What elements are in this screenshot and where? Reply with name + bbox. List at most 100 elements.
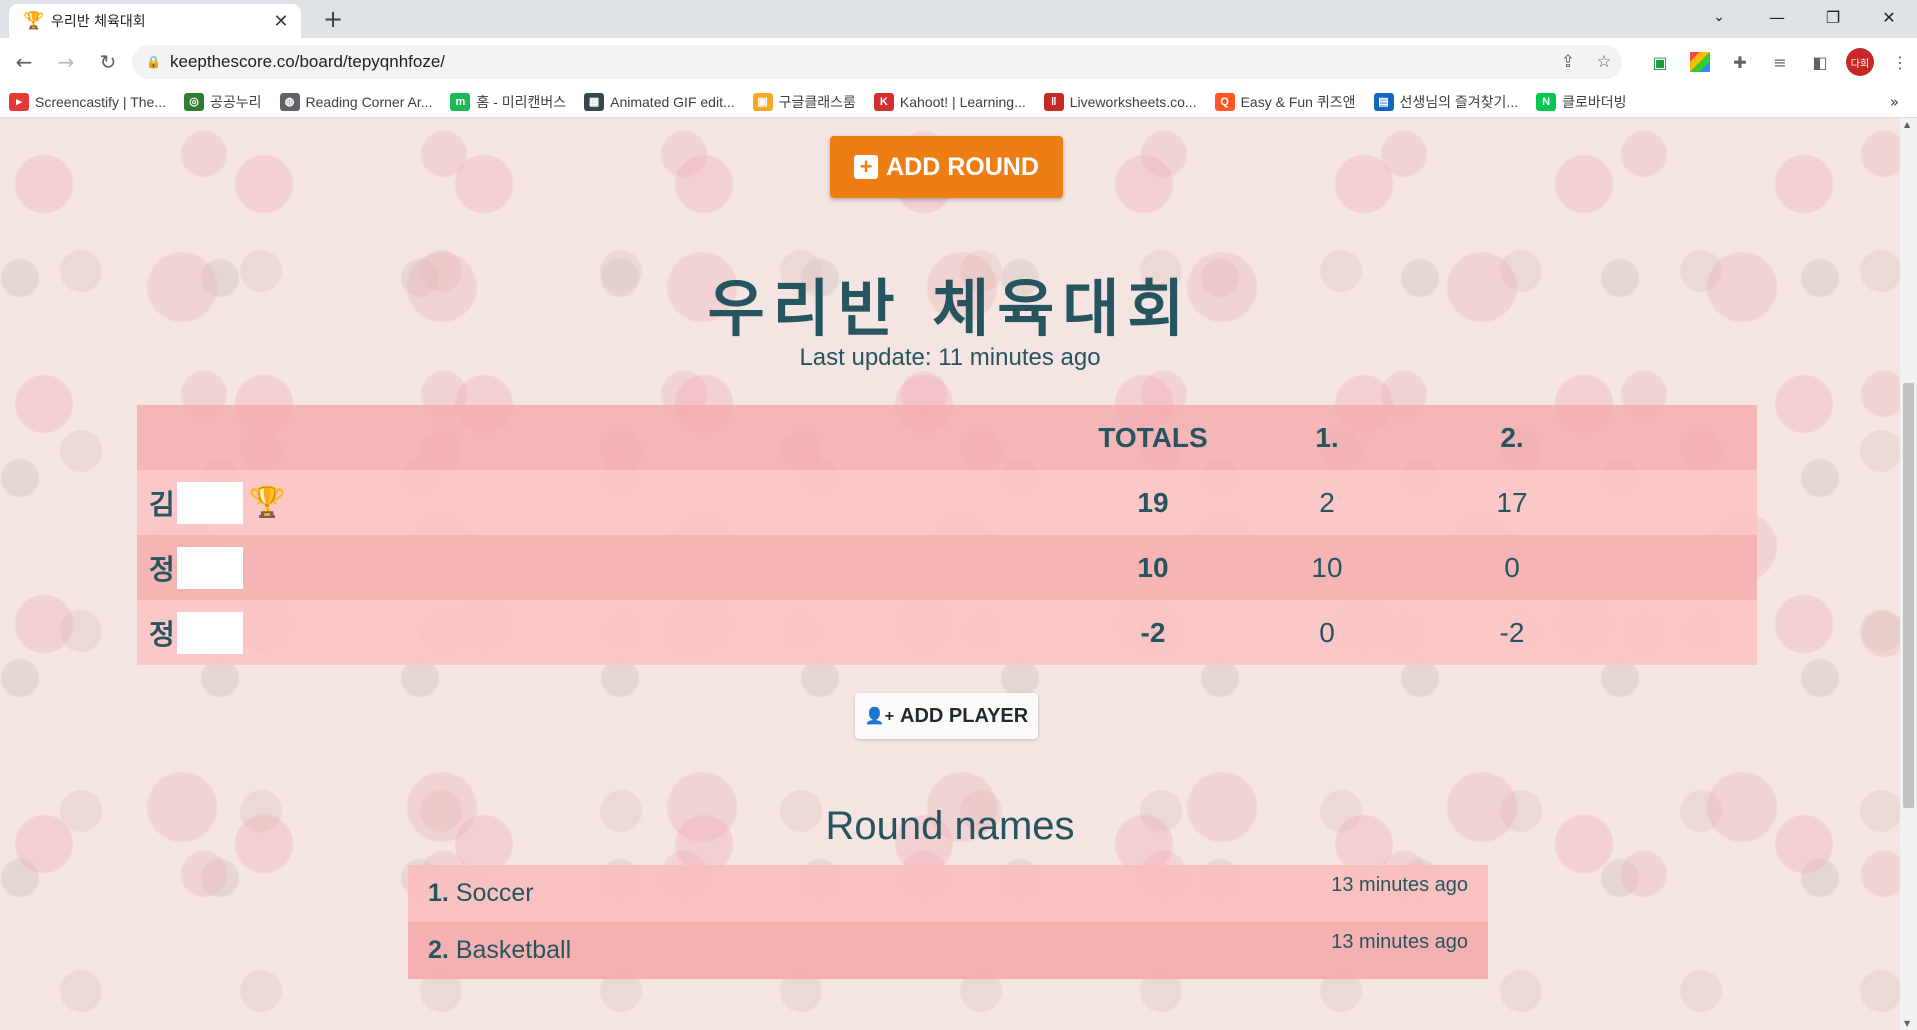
round-timestamp: 13 minutes ago bbox=[1331, 874, 1468, 896]
player-score-round-2[interactable]: -2 bbox=[1417, 617, 1607, 649]
page-scrollbar[interactable]: ▲ ▼ bbox=[1900, 118, 1917, 1030]
bookmark-item[interactable]: ǁ Liveworksheets.co... bbox=[1035, 92, 1206, 111]
round-names-heading: Round names bbox=[825, 804, 1075, 848]
close-icon[interactable]: ✕ bbox=[271, 11, 291, 32]
media-control-icon[interactable]: ≡ bbox=[1760, 48, 1800, 76]
bookmark-item[interactable]: ▤ 선생님의 즐겨찾기... bbox=[1365, 92, 1528, 112]
player-name: 정 bbox=[149, 553, 175, 585]
restore-icon[interactable]: ❐ bbox=[1805, 0, 1861, 34]
player-score-round-2[interactable]: 0 bbox=[1417, 552, 1607, 584]
scrollbar-thumb[interactable] bbox=[1903, 383, 1914, 808]
browser-tab[interactable]: 🏆 우리반 체육대회 ✕ bbox=[9, 4, 301, 38]
gonggongnuri-icon: ◎ bbox=[184, 92, 204, 111]
add-round-button[interactable]: + ADD ROUND bbox=[830, 136, 1063, 198]
clova-dubbing-icon: N bbox=[1536, 92, 1557, 111]
header-totals[interactable]: TOTALS bbox=[1069, 422, 1237, 454]
bookmark-item[interactable]: K Kahoot! | Learning... bbox=[865, 92, 1035, 111]
bookmark-label: 클로바더빙 bbox=[1562, 93, 1627, 110]
new-tab-button[interactable]: + bbox=[318, 6, 348, 34]
bookmark-label: Reading Corner Ar... bbox=[305, 93, 433, 110]
window-close-icon[interactable]: ✕ bbox=[1861, 0, 1917, 34]
redacted-name-block bbox=[176, 481, 243, 524]
trophy-icon: 🏆 bbox=[23, 11, 45, 31]
add-player-button[interactable]: 👤+ ADD PLAYER bbox=[855, 693, 1038, 739]
reload-button[interactable]: ↻ bbox=[90, 44, 126, 80]
table-row[interactable]: 정 -2 0 -2 bbox=[137, 600, 1757, 665]
redacted-name-block bbox=[176, 546, 243, 589]
player-total: -2 bbox=[1140, 616, 1166, 648]
extensions-area: ▣ ✚ ≡ ◧ 다희 ⋮ bbox=[1640, 48, 1917, 76]
window-controls: ⌄ — ❐ ✕ bbox=[1689, 0, 1917, 34]
table-row[interactable]: 김 🏆 19 2 17 bbox=[137, 470, 1757, 535]
page-title: 우리반 체육대회 bbox=[707, 272, 1193, 345]
player-score-round-2[interactable]: 17 bbox=[1417, 487, 1607, 519]
player-total: 19 bbox=[1137, 486, 1169, 518]
bookmark-label: Screencastify | The... bbox=[35, 93, 166, 110]
bookmark-label: 공공누리 bbox=[210, 93, 262, 110]
round-number: 2. bbox=[428, 936, 449, 964]
classroom-icon: ▣ bbox=[752, 92, 773, 111]
bookmark-star-icon[interactable]: ☆ bbox=[1586, 52, 1622, 72]
page-viewport: + ADD ROUND 우리반 체육대회 Last update: 11 min… bbox=[0, 118, 1917, 1030]
bookmark-label: Kahoot! | Learning... bbox=[899, 93, 1026, 110]
bookmark-item[interactable]: m 홈 - 미리캔버스 bbox=[441, 92, 575, 112]
round-name[interactable]: 2. Basketball bbox=[428, 922, 571, 979]
player-name: 정 bbox=[149, 618, 175, 650]
forward-button[interactable]: → bbox=[48, 44, 84, 80]
liveworksheets-icon: ǁ bbox=[1043, 92, 1064, 111]
bookmarks-more-button[interactable]: » bbox=[1890, 93, 1899, 111]
screencastify-icon: ▸ bbox=[9, 92, 29, 111]
back-button[interactable]: ← bbox=[6, 44, 42, 80]
side-panel-icon[interactable]: ◧ bbox=[1800, 48, 1840, 76]
address-bar[interactable]: 🔒 keepthescore.co/board/tepyqnhfoze/ ⇪ ☆ bbox=[132, 45, 1622, 79]
player-score-round-1[interactable]: 0 bbox=[1237, 617, 1417, 649]
quizn-icon: Q bbox=[1214, 92, 1235, 111]
bookmark-item[interactable]: ▸ Screencastify | The... bbox=[0, 92, 175, 111]
bookmark-label: 구글클래스룸 bbox=[778, 93, 856, 110]
round-number: 1. bbox=[428, 879, 449, 907]
bookmark-item[interactable]: N 클로바더빙 bbox=[1527, 92, 1635, 112]
profile-avatar[interactable]: 다희 bbox=[1846, 48, 1874, 76]
round-title: Soccer bbox=[455, 879, 534, 907]
scroll-up-icon[interactable]: ▲ bbox=[1904, 120, 1910, 129]
bookmark-item[interactable]: ◍ Reading Corner Ar... bbox=[271, 92, 442, 111]
player-name-cell[interactable]: 정 bbox=[137, 611, 1069, 654]
minimize-icon[interactable]: — bbox=[1749, 0, 1805, 34]
player-name-cell[interactable]: 김 🏆 bbox=[137, 481, 1069, 524]
extension-color-icon[interactable] bbox=[1690, 52, 1710, 72]
bookmark-item[interactable]: ▣ 구글클래스룸 bbox=[744, 92, 865, 112]
bookmark-label: Liveworksheets.co... bbox=[1069, 93, 1197, 110]
table-row[interactable]: 정 10 10 0 bbox=[137, 535, 1757, 600]
round-title: Basketball bbox=[455, 936, 572, 964]
menu-kebab-icon[interactable]: ⋮ bbox=[1880, 48, 1917, 76]
plus-icon: + bbox=[854, 155, 879, 179]
extensions-puzzle-icon[interactable]: ✚ bbox=[1720, 48, 1760, 76]
add-player-label: ADD PLAYER bbox=[900, 704, 1029, 727]
scroll-down-icon[interactable]: ▼ bbox=[1904, 1019, 1910, 1028]
list-item[interactable]: 2. Basketball 13 minutes ago bbox=[408, 922, 1488, 979]
round-timestamp: 13 minutes ago bbox=[1331, 931, 1468, 953]
url-text[interactable]: keepthescore.co/board/tepyqnhfoze/ bbox=[170, 52, 1550, 72]
player-name-cell[interactable]: 정 bbox=[137, 546, 1069, 589]
table-header-row: TOTALS 1. 2. bbox=[137, 405, 1757, 470]
list-item[interactable]: 1. Soccer 13 minutes ago bbox=[408, 865, 1488, 922]
player-total: 10 bbox=[1137, 551, 1169, 583]
player-score-round-1[interactable]: 2 bbox=[1237, 487, 1417, 519]
header-round-1[interactable]: 1. bbox=[1237, 422, 1417, 454]
redacted-name-block bbox=[176, 611, 243, 654]
round-name[interactable]: 1. Soccer bbox=[428, 865, 534, 922]
bookmarks-bar: ▸ Screencastify | The... ◎ 공공누리 ◍ Reading Cor… bbox=[0, 86, 1917, 118]
player-name: 김 bbox=[149, 488, 175, 520]
tab-title: 우리반 체육대회 bbox=[51, 14, 146, 30]
user-plus-icon: 👤+ bbox=[864, 708, 895, 725]
header-round-2[interactable]: 2. bbox=[1417, 422, 1607, 454]
tab-search-icon[interactable]: ⌄ bbox=[1689, 0, 1749, 34]
scoreboard-table: TOTALS 1. 2. 김 🏆 19 2 17 정 10 10 0 정 -2 … bbox=[137, 405, 1757, 665]
lock-icon[interactable]: 🔒 bbox=[146, 55, 161, 69]
extension-green-icon[interactable]: ▣ bbox=[1640, 48, 1680, 76]
share-icon[interactable]: ⇪ bbox=[1550, 52, 1586, 72]
bookmark-item[interactable]: Q Easy & Fun 퀴즈앤 bbox=[1206, 92, 1365, 112]
bookmark-item[interactable]: ◎ 공공누리 bbox=[175, 92, 271, 112]
player-score-round-1[interactable]: 10 bbox=[1237, 552, 1417, 584]
bookmark-item[interactable]: ▦ Animated GIF edit... bbox=[575, 92, 744, 111]
